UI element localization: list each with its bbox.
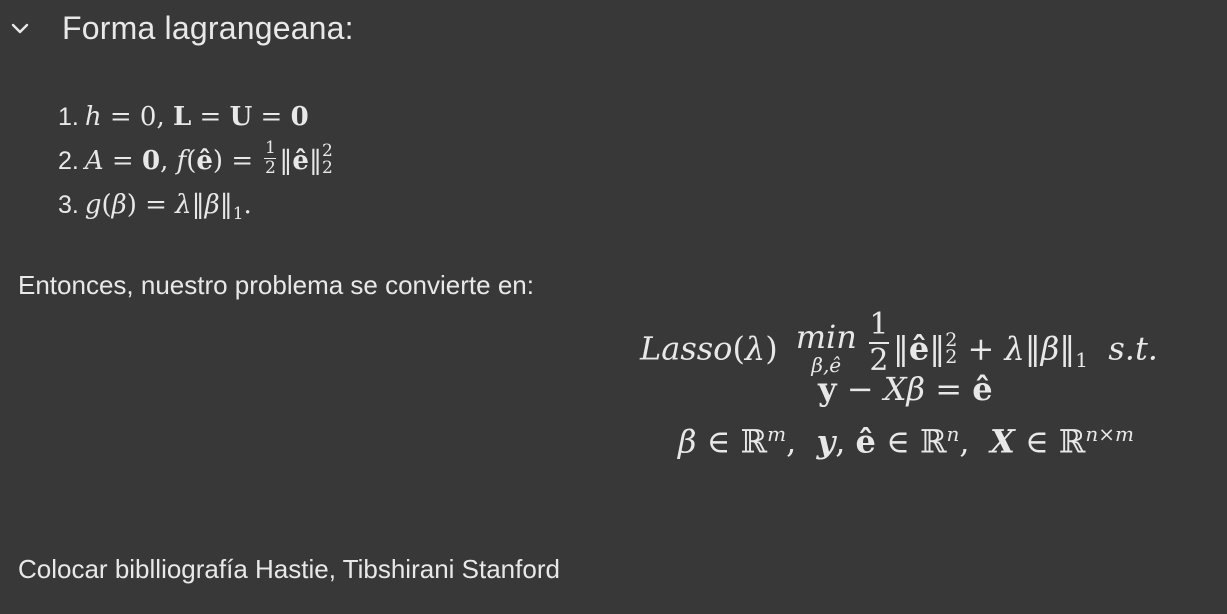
chevron-down-icon[interactable] xyxy=(8,17,32,41)
notebook-cell: Forma lagrangeana: 1. h = 0, L = U = 0 2… xyxy=(0,0,1227,614)
display-equation: Lasso(λ) min β,ê 1 2 ‖ê‖ 2 2 + λ‖β‖1 s.t. y − X… xyxy=(640,307,1200,474)
list-item: 1. h = 0, L = U = 0 xyxy=(58,95,333,139)
intro-text: Entonces, nuestro problema se convierte … xyxy=(18,270,534,300)
footer-text: Colocar biblliografía Hastie, Tibshirani… xyxy=(18,554,560,584)
list-number: 3. xyxy=(58,191,79,219)
formula-3: g(β) = λ‖β‖1. xyxy=(84,190,252,225)
ordered-list: 1. h = 0, L = U = 0 2. A = 0, f(ê) = 1 2 ‖… xyxy=(58,95,333,236)
formula-2: A = 0, f(ê) = 1 2 ‖ê‖ 2 2 xyxy=(84,137,333,178)
list-item: 3. g(β) = λ‖β‖1. xyxy=(58,183,333,236)
list-item: 2. A = 0, f(ê) = 1 2 ‖ê‖ 2 2 xyxy=(58,139,333,183)
section-header[interactable]: Forma lagrangeana: xyxy=(8,10,354,47)
equation-line-2: y − Xβ = ê xyxy=(818,370,993,408)
section-title: Forma lagrangeana: xyxy=(62,10,354,46)
list-number: 2. xyxy=(58,147,79,175)
equation-line-3: β ∈ ℝm, y, ê ∈ ℝn, X ∈ ℝn×m xyxy=(678,422,1134,461)
formula-1: h = 0, L = U = 0 xyxy=(84,102,309,132)
list-number: 1. xyxy=(58,103,79,131)
equation-line-1: Lasso(λ) min β,ê 1 2 ‖ê‖ 2 2 + λ‖β‖1 s.t. xyxy=(640,307,1158,378)
